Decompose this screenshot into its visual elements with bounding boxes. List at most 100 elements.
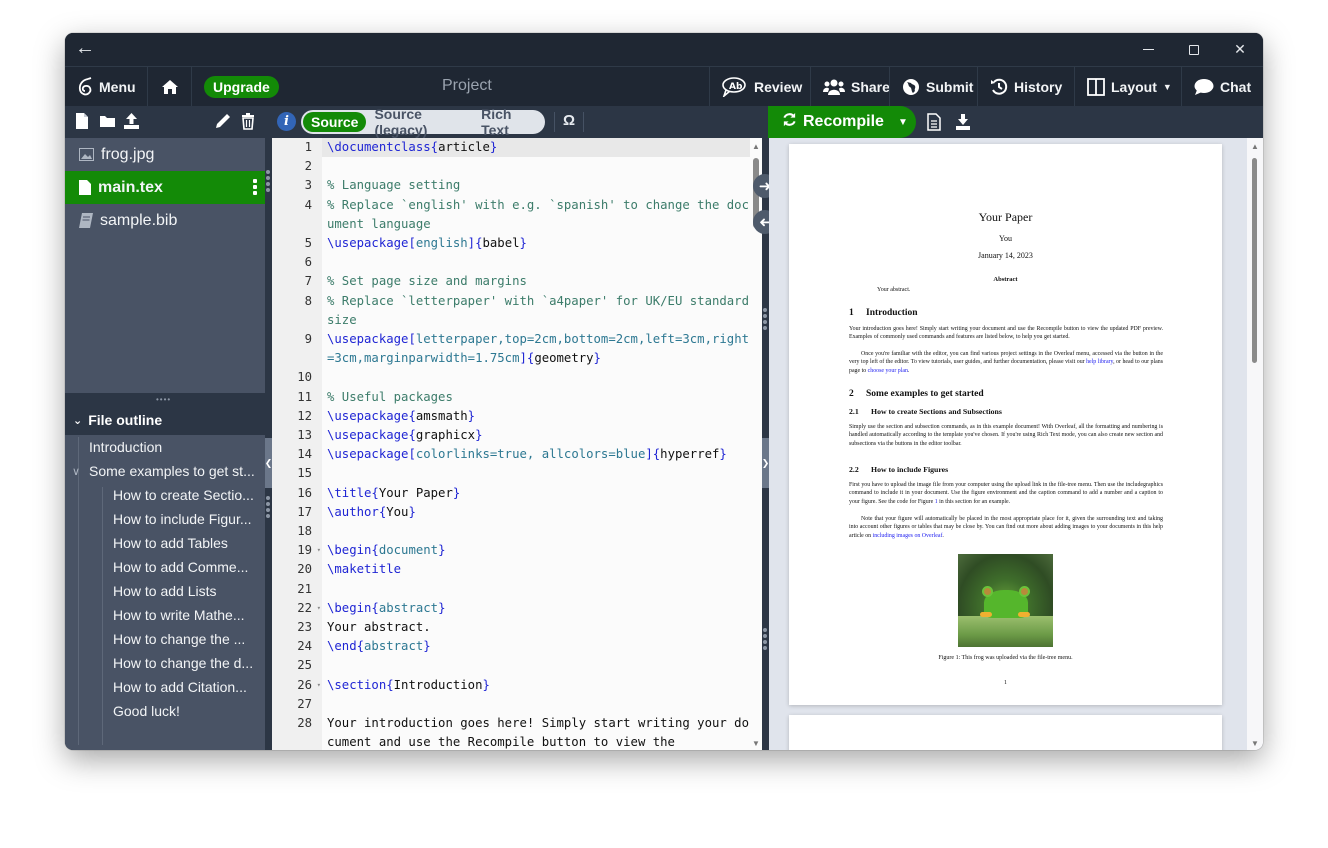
help-library-link[interactable]: help library xyxy=(1086,359,1113,365)
scroll-up-icon[interactable]: ▲ xyxy=(752,142,760,151)
outline-item[interactable]: Introduction xyxy=(65,435,265,459)
chevron-down-icon[interactable]: ∨ xyxy=(72,465,80,478)
code-line[interactable]: 8% Replace `letterpaper' with `a4paper' … xyxy=(272,292,750,330)
code-line[interactable]: 3% Language setting xyxy=(272,176,750,195)
code-line[interactable]: 25 xyxy=(272,656,750,675)
info-icon[interactable]: i xyxy=(277,112,296,131)
pdf-preview[interactable]: Your Paper You January 14, 2023 Abstract… xyxy=(769,138,1263,750)
code-line[interactable]: 14\usepackage[colorlinks=true, allcolors… xyxy=(272,445,750,464)
code-line[interactable]: 24\end{abstract} xyxy=(272,637,750,656)
code-line[interactable]: 9\usepackage[letterpaper,top=2cm,bottom=… xyxy=(272,330,750,368)
code-editor[interactable]: 1\documentclass{article}2 3% Language se… xyxy=(272,138,762,750)
scroll-down-icon[interactable]: ▼ xyxy=(1251,739,1259,748)
scroll-up-icon[interactable]: ▲ xyxy=(1251,142,1259,151)
including-images-link[interactable]: including images on Overleaf xyxy=(873,533,943,539)
fold-caret-icon[interactable]: ▾ xyxy=(317,599,321,618)
code-line[interactable]: 20\maketitle xyxy=(272,560,750,579)
history-button[interactable]: History xyxy=(977,67,1074,106)
mode-source[interactable]: Source xyxy=(303,112,366,132)
pdf-scrollbar[interactable]: ▲ ▼ xyxy=(1247,138,1263,750)
outline-item[interactable]: How to add Lists xyxy=(65,579,265,603)
file-tree-item[interactable]: main.tex xyxy=(65,171,265,204)
home-button[interactable] xyxy=(148,67,192,106)
pdf-date: January 14, 2023 xyxy=(789,251,1222,260)
file-tree-item[interactable]: frog.jpg xyxy=(65,138,265,171)
code-line[interactable]: 16\title{Your Paper} xyxy=(272,484,750,503)
outline-item[interactable]: How to change the ... xyxy=(65,627,265,651)
choose-plan-link[interactable]: choose your plan xyxy=(868,368,908,374)
symbol-palette-button[interactable]: Ω xyxy=(563,112,575,129)
code-line[interactable]: 15 xyxy=(272,464,750,483)
code-line[interactable]: 19▾\begin{document} xyxy=(272,541,750,560)
sidebar-splitter[interactable]: ❮ xyxy=(265,138,272,750)
code-line[interactable]: 6 xyxy=(272,253,750,272)
code-line[interactable]: 17\author{You} xyxy=(272,503,750,522)
new-folder-icon[interactable] xyxy=(99,112,115,130)
share-button[interactable]: Share xyxy=(810,67,889,106)
outline-item[interactable]: How to add Tables xyxy=(65,531,265,555)
code-line[interactable]: 18 xyxy=(272,522,750,541)
menu-button[interactable]: Menu xyxy=(65,67,148,106)
outline-item[interactable]: ∨ Some examples to get st... xyxy=(65,459,265,483)
outline-item-label: Some examples to get st... xyxy=(89,463,255,479)
new-file-icon[interactable] xyxy=(75,112,91,130)
outline-item[interactable]: How to include Figur... xyxy=(65,507,265,531)
code-line[interactable]: 13\usepackage{graphicx} xyxy=(272,426,750,445)
code-line[interactable]: 1\documentclass{article} xyxy=(272,138,750,157)
code-line[interactable]: 4% Replace `english' with e.g. `spanish'… xyxy=(272,196,750,234)
outline-item[interactable]: How to add Comme... xyxy=(65,555,265,579)
scroll-down-icon[interactable]: ▼ xyxy=(752,739,760,748)
fold-caret-icon[interactable]: ▾ xyxy=(317,541,321,560)
code-line[interactable]: 5\usepackage[english]{babel} xyxy=(272,234,750,253)
file-outline-header[interactable]: ⌄ File outline xyxy=(65,405,265,435)
line-text: \usepackage[letterpaper,top=2cm,bottom=2… xyxy=(322,330,750,368)
code-line[interactable]: 23Your abstract. xyxy=(272,618,750,637)
file-options-icon[interactable] xyxy=(253,179,257,195)
chat-button[interactable]: Chat xyxy=(1181,67,1263,106)
outline-item[interactable]: Good luck! xyxy=(65,699,265,723)
download-pdf-icon[interactable] xyxy=(955,113,971,131)
delete-icon[interactable] xyxy=(241,112,257,130)
expand-pdf-icon[interactable]: ❯ xyxy=(762,438,769,488)
code-line[interactable]: 7% Set page size and margins xyxy=(272,272,750,291)
outline-item[interactable]: How to change the d... xyxy=(65,651,265,675)
review-button[interactable]: Ab Review xyxy=(709,67,810,106)
arrow-left-icon[interactable]: ← xyxy=(75,37,95,60)
code-line[interactable]: 2 xyxy=(272,157,750,176)
code-line[interactable]: 28Your introduction goes here! Simply st… xyxy=(272,714,750,750)
code-line[interactable]: 10 xyxy=(272,368,750,387)
code-line[interactable]: 27 xyxy=(272,695,750,714)
code-line[interactable]: 11% Useful packages xyxy=(272,388,750,407)
code-line[interactable]: 21 xyxy=(272,580,750,599)
fold-caret-icon[interactable]: ▾ xyxy=(317,676,321,695)
file-tree-item[interactable]: sample.bib xyxy=(65,204,265,237)
recompile-options-caret-icon[interactable]: ▼ xyxy=(892,117,908,128)
outline-item[interactable]: How to create Sectio... xyxy=(65,483,265,507)
upgrade-button[interactable]: Upgrade xyxy=(204,76,279,98)
close-button[interactable]: ✕ xyxy=(1217,33,1263,66)
recompile-button[interactable]: Recompile ▼ xyxy=(768,106,916,138)
code-line[interactable]: 22▾\begin{abstract} xyxy=(272,599,750,618)
code-line[interactable]: 12\usepackage{amsmath} xyxy=(272,407,750,426)
mode-source-legacy[interactable]: Source (legacy) xyxy=(366,112,473,132)
pdf-scroll-thumb[interactable] xyxy=(1252,158,1257,363)
minimize-icon xyxy=(1143,49,1154,50)
line-text xyxy=(322,368,750,387)
outline-item[interactable]: How to write Mathe... xyxy=(65,603,265,627)
rename-icon[interactable] xyxy=(215,112,231,130)
maximize-button[interactable] xyxy=(1171,33,1217,66)
mode-rich-text[interactable]: Rich Text xyxy=(473,112,543,132)
collapse-sidebar-icon[interactable]: ❮ xyxy=(265,438,272,488)
line-number: 24 xyxy=(272,637,322,656)
logs-icon[interactable] xyxy=(927,113,943,131)
minimize-button[interactable] xyxy=(1125,33,1171,66)
submit-button[interactable]: Submit xyxy=(889,67,977,106)
file-tree-outline-splitter[interactable]: •••• xyxy=(65,393,265,405)
line-text xyxy=(322,580,750,599)
line-number: 1 xyxy=(272,138,322,157)
layout-dropdown[interactable]: Layout ▼ xyxy=(1074,67,1181,106)
code-line[interactable]: 26▾\section{Introduction} xyxy=(272,676,750,695)
outline-item[interactable]: How to add Citation... xyxy=(65,675,265,699)
file-tree-toolbar xyxy=(75,112,139,130)
upload-icon[interactable] xyxy=(123,112,139,130)
